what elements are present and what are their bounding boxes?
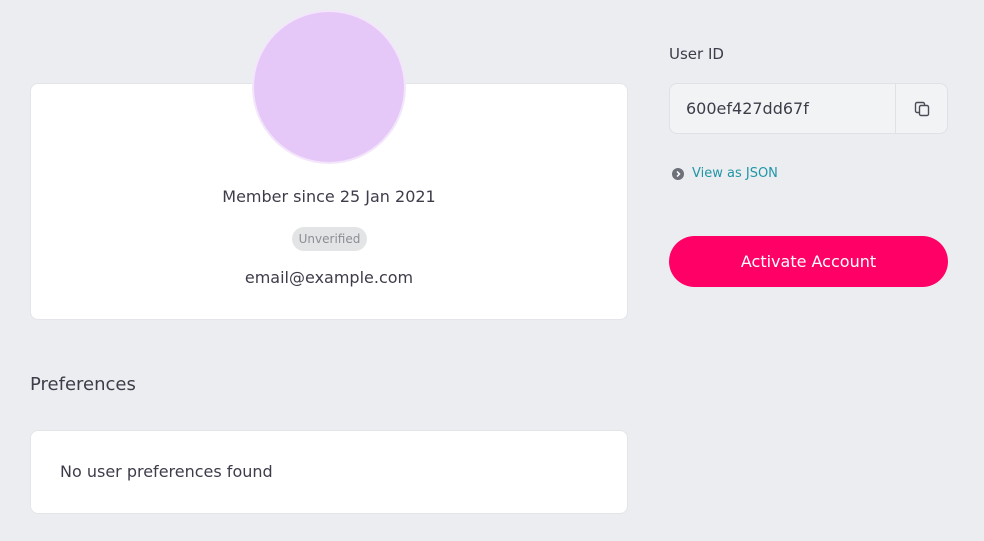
email-text: email@example.com: [244, 268, 414, 287]
user-id-value[interactable]: 600ef427dd67f: [686, 99, 809, 118]
user-id-label: User ID: [669, 45, 724, 63]
copy-user-id-button[interactable]: [895, 84, 947, 133]
chevron-circle-right-icon: [672, 167, 684, 180]
user-id-field: 600ef427dd67f: [669, 83, 948, 134]
activate-account-button[interactable]: Activate Account: [669, 236, 948, 287]
member-since-text: Member since 25 Jan 2021: [222, 187, 436, 206]
view-json-link[interactable]: View as JSON: [672, 166, 778, 181]
preferences-card: No user preferences found: [30, 430, 628, 514]
status-badge: Unverified: [292, 227, 367, 251]
avatar: [254, 12, 404, 162]
preferences-title: Preferences: [30, 374, 136, 395]
copy-icon: [914, 101, 929, 116]
view-json-label: View as JSON: [692, 166, 778, 181]
preferences-empty-message: No user preferences found: [60, 462, 273, 481]
